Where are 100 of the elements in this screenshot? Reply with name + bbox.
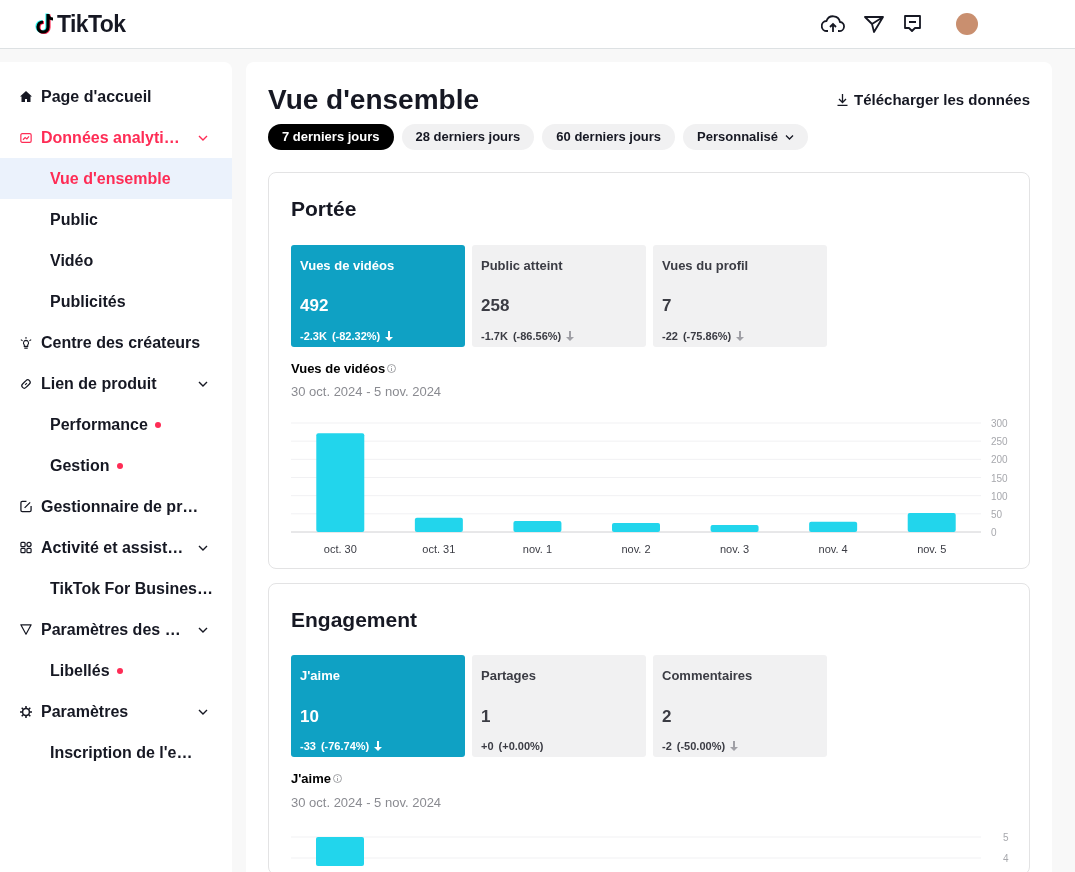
metric-card[interactable]: Partages 1 +0 (+0.00%): [472, 655, 646, 757]
home-icon: [20, 91, 32, 102]
sidebar-item[interactable]: Vidéo: [0, 240, 232, 281]
tick-label: 50: [991, 508, 1003, 520]
chart-icon: [20, 131, 32, 144]
edit-icon: [20, 500, 32, 513]
metric-percent: (-50.00%): [676, 739, 726, 754]
tick-label: 100: [991, 490, 1008, 502]
logo-text: TikTok: [57, 9, 126, 39]
category-label: nov. 2: [621, 542, 651, 555]
info-icon[interactable]: [332, 774, 342, 784]
metric-value: 7: [662, 295, 673, 317]
metric-value: 492: [300, 295, 330, 317]
category-label: oct. 30: [323, 542, 357, 555]
tick-label: 200: [991, 453, 1008, 465]
bar[interactable]: [513, 520, 562, 532]
category-label: nov. 4: [818, 542, 848, 555]
metric-percent: (-82.32%): [331, 328, 381, 344]
metric-value: 258: [481, 295, 511, 317]
apps-icon: [20, 541, 32, 554]
category-label: nov. 3: [720, 542, 750, 555]
metric-change: -1.7K: [481, 328, 508, 344]
metric-label: Commentaires: [662, 667, 754, 685]
sidebar-item[interactable]: Lien de produit: [0, 363, 232, 404]
category-label: nov. 5: [917, 542, 947, 555]
logo-icon: [35, 13, 55, 35]
chevron-icon: [785, 134, 795, 140]
metric-value: 1: [481, 705, 492, 728]
download-button[interactable]: Télécharger les données: [837, 88, 1030, 112]
category-label: oct. 31: [422, 542, 456, 555]
bar[interactable]: [710, 524, 759, 532]
tick-label: 0: [991, 526, 997, 538]
date-range: 30 oct. 2024 - 5 nov. 2024: [291, 793, 443, 812]
metric-change: -2.3K: [300, 328, 327, 344]
metric-value: 10: [300, 705, 320, 728]
bar[interactable]: [316, 432, 365, 532]
send-icon[interactable]: [864, 14, 884, 34]
sidebar-item[interactable]: Inscription de l'e…: [0, 732, 232, 773]
tick-label: 300: [991, 417, 1008, 429]
section-title: Engagement: [291, 606, 419, 633]
metric-label: Public atteint: [481, 256, 564, 275]
settings-icon: [20, 704, 32, 719]
chart-title: J'aime: [291, 770, 331, 788]
sidebar-item[interactable]: Gestionnaire de pr…: [0, 486, 232, 527]
bar[interactable]: [907, 512, 956, 532]
sidebar-item[interactable]: Gestion: [0, 445, 232, 486]
metric-label: Partages: [481, 667, 537, 685]
sidebar-item[interactable]: Libellés: [0, 650, 232, 691]
metric-card[interactable]: Commentaires 2 -2 (-50.00%): [653, 655, 827, 757]
info-icon[interactable]: [387, 363, 397, 373]
metric-percent: (+0.00%): [498, 739, 544, 754]
chevron-icon[interactable]: [198, 626, 208, 633]
metric-change: -33: [300, 739, 316, 754]
bar[interactable]: [612, 522, 660, 532]
sidebar-item[interactable]: Public: [0, 199, 232, 240]
bar[interactable]: [809, 521, 858, 532]
filter-icon: [20, 623, 32, 636]
sidebar-item[interactable]: Paramètres des …: [0, 609, 232, 650]
metric-label: J'aime: [300, 667, 341, 685]
chart-title: Vues de vidéos: [291, 359, 386, 378]
metric-value: 2: [662, 705, 673, 728]
page-title: Vue d'ensemble: [268, 83, 480, 117]
chevron-icon[interactable]: [198, 708, 208, 715]
metric-card[interactable]: Public atteint 258 -1.7K (-86.56%): [472, 244, 646, 347]
lightbulb-icon: [20, 335, 32, 350]
sidebar-item[interactable]: Publicités: [0, 281, 232, 322]
avatar[interactable]: [956, 13, 978, 35]
sidebar-item[interactable]: Page d'accueil: [0, 76, 232, 117]
sidebar-item[interactable]: TikTok For Busines…: [0, 568, 232, 609]
sidebar-item[interactable]: Centre des créateurs: [0, 322, 232, 363]
upload-cloud-icon[interactable]: [821, 14, 845, 34]
sidebar-item[interactable]: Paramètres: [0, 691, 232, 732]
chevron-icon[interactable]: [198, 544, 208, 551]
message-icon[interactable]: [903, 14, 922, 34]
tick-label: 4: [1003, 853, 1009, 864]
metric-percent: (-86.56%): [512, 328, 562, 344]
section-title: Portée: [291, 196, 358, 222]
chevron-icon[interactable]: [198, 380, 208, 387]
metric-change: -2: [662, 739, 672, 754]
period-tab[interactable]: 7 derniers jours: [268, 124, 394, 150]
link-icon: [20, 376, 32, 391]
metric-change: -22: [662, 328, 678, 344]
period-tab[interactable]: 28 derniers jours: [401, 124, 535, 150]
metric-card[interactable]: Vues du profil 7 -22 (-75.86%): [653, 244, 827, 347]
sidebar-item[interactable]: Performance: [0, 404, 232, 445]
sidebar-item[interactable]: Données analyti…: [0, 117, 232, 158]
tick-label: 5: [1003, 832, 1009, 843]
sidebar-item[interactable]: Activité et assist…: [0, 527, 232, 568]
metric-label: Vues de vidéos: [300, 256, 396, 275]
metric-label: Vues du profil: [662, 256, 750, 275]
metric-percent: (-75.86%): [682, 328, 732, 344]
metric-percent: (-76.74%): [320, 739, 370, 754]
bar[interactable]: [414, 517, 463, 532]
category-label: nov. 1: [522, 542, 552, 555]
download-icon: [837, 94, 849, 106]
tick-label: 150: [991, 472, 1008, 483]
period-tab[interactable]: 60 derniers jours: [542, 124, 676, 150]
metric-change: +0: [481, 739, 494, 754]
date-range: 30 oct. 2024 - 5 nov. 2024: [291, 383, 443, 401]
period-dropdown[interactable]: Personnalisé: [683, 124, 809, 150]
